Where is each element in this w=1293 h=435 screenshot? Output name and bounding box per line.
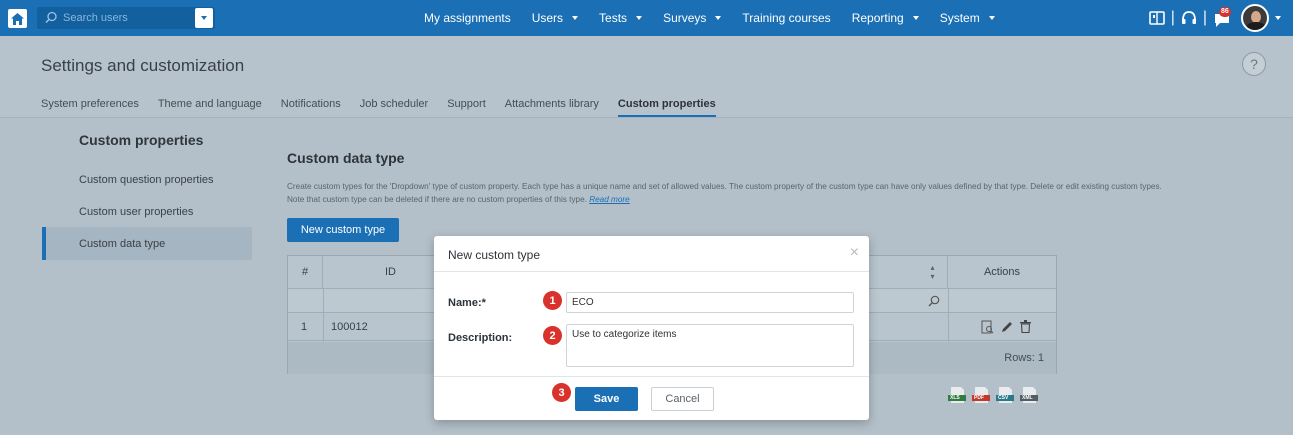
export-pdf-icon[interactable]: PDF bbox=[972, 387, 990, 403]
sidebar: Custom properties Custom question proper… bbox=[42, 118, 252, 428]
rows-count: Rows: 1 bbox=[1004, 352, 1044, 364]
dialog-footer: 3 Save Cancel bbox=[434, 376, 869, 420]
description-textarea[interactable]: Use to categorize items bbox=[566, 324, 854, 367]
chevron-down-icon bbox=[572, 16, 579, 20]
book-icon[interactable] bbox=[1148, 10, 1165, 26]
chevron-down-icon[interactable] bbox=[1275, 16, 1281, 20]
save-button[interactable]: Save bbox=[575, 387, 638, 411]
section-description: Create custom types for the 'Dropdown' t… bbox=[287, 182, 1162, 204]
export-csv-icon[interactable]: CSV bbox=[996, 387, 1014, 403]
sidebar-heading: Custom properties bbox=[79, 132, 204, 148]
home-icon bbox=[11, 12, 24, 25]
nav-surveys[interactable]: Surveys bbox=[663, 11, 722, 25]
main-nav: My assignments Users Tests Surveys Train… bbox=[424, 0, 1016, 36]
column-header-actions: Actions bbox=[983, 266, 1021, 278]
notification-count-badge: 86 bbox=[1219, 7, 1231, 17]
sidebar-item-custom-user-properties[interactable]: Custom user properties bbox=[42, 195, 252, 228]
step-badge-1: 1 bbox=[543, 291, 562, 310]
page-title: Settings and customization bbox=[41, 56, 245, 75]
separator: | bbox=[1170, 9, 1175, 26]
topbar-right-icons: | | 86 bbox=[1148, 3, 1281, 33]
tab-theme-and-language[interactable]: Theme and language bbox=[158, 98, 262, 117]
column-header-sort[interactable]: ▴ ▾ bbox=[918, 256, 948, 288]
column-header-number[interactable]: # bbox=[288, 256, 323, 288]
nav-users[interactable]: Users bbox=[532, 11, 579, 25]
nav-tests[interactable]: Tests bbox=[599, 11, 643, 25]
sidebar-item-custom-data-type[interactable]: Custom data type bbox=[42, 227, 252, 260]
cancel-button[interactable]: Cancel bbox=[651, 387, 714, 411]
tab-custom-properties[interactable]: Custom properties bbox=[617, 98, 716, 117]
search-filter-dropdown[interactable] bbox=[195, 8, 213, 28]
settings-tabs: System preferences Theme and language No… bbox=[41, 98, 735, 117]
tab-notifications[interactable]: Notifications bbox=[281, 98, 341, 117]
sort-icon: ▴ ▾ bbox=[930, 263, 935, 281]
step-badge-2: 2 bbox=[543, 326, 562, 345]
new-custom-type-button[interactable]: New custom type bbox=[287, 218, 399, 242]
row-number: 1 bbox=[301, 321, 308, 333]
chevron-down-icon bbox=[636, 16, 643, 20]
search-icon[interactable] bbox=[928, 295, 940, 307]
view-details-icon[interactable] bbox=[981, 320, 994, 334]
description-label: Description: bbox=[448, 332, 513, 344]
notifications-button[interactable]: 86 bbox=[1213, 7, 1235, 28]
new-custom-type-dialog: New custom type × Name:* 1 Description: … bbox=[434, 236, 869, 420]
search-input[interactable] bbox=[63, 10, 198, 26]
chevron-down-icon bbox=[201, 16, 207, 20]
chevron-down-icon bbox=[715, 16, 722, 20]
tab-support[interactable]: Support bbox=[447, 98, 486, 117]
nav-training-courses[interactable]: Training courses bbox=[742, 11, 830, 25]
nav-my-assignments[interactable]: My assignments bbox=[424, 11, 511, 25]
help-button[interactable]: ? bbox=[1242, 52, 1266, 76]
dialog-header: New custom type × bbox=[434, 236, 869, 272]
dialog-title: New custom type bbox=[448, 248, 541, 262]
export-buttons: XLS PDF CSV XML bbox=[948, 387, 1038, 403]
close-icon[interactable]: × bbox=[850, 244, 859, 262]
section-title: Custom data type bbox=[287, 150, 405, 166]
name-label: Name:* bbox=[448, 297, 486, 309]
export-xls-icon[interactable]: XLS bbox=[948, 387, 966, 403]
tab-system-preferences[interactable]: System preferences bbox=[41, 98, 139, 117]
separator: | bbox=[1202, 9, 1207, 26]
name-input[interactable] bbox=[566, 292, 854, 313]
export-xml-icon[interactable]: XML bbox=[1020, 387, 1038, 403]
page-header: Settings and customization ? System pref… bbox=[0, 36, 1293, 118]
delete-trash-icon[interactable] bbox=[1020, 320, 1031, 333]
tab-attachments-library[interactable]: Attachments library bbox=[505, 98, 599, 117]
nav-reporting[interactable]: Reporting bbox=[852, 11, 919, 25]
row-id: 100012 bbox=[331, 321, 368, 333]
headset-icon[interactable] bbox=[1181, 10, 1197, 26]
sidebar-item-custom-question-properties[interactable]: Custom question properties bbox=[42, 163, 252, 196]
edit-pencil-icon[interactable] bbox=[1001, 321, 1013, 333]
step-badge-3: 3 bbox=[552, 383, 571, 402]
home-button[interactable] bbox=[8, 9, 27, 28]
read-more-link[interactable]: Read more bbox=[589, 195, 630, 204]
user-avatar[interactable] bbox=[1241, 4, 1269, 32]
tab-job-scheduler[interactable]: Job scheduler bbox=[360, 98, 429, 117]
chevron-down-icon bbox=[912, 16, 919, 20]
chevron-down-icon bbox=[988, 16, 995, 20]
user-search-box bbox=[37, 7, 215, 29]
top-navbar: My assignments Users Tests Surveys Train… bbox=[0, 0, 1293, 36]
nav-system[interactable]: System bbox=[940, 11, 995, 25]
search-icon bbox=[45, 11, 57, 24]
